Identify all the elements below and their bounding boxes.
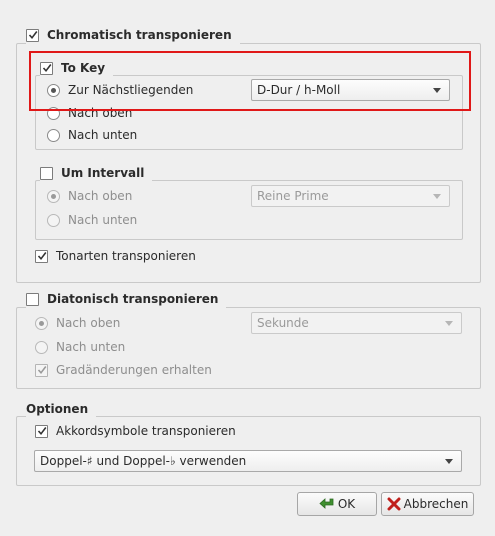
interval-checkbox[interactable] bbox=[40, 166, 53, 180]
diatonic-group-title[interactable]: Diatonisch transponieren bbox=[26, 290, 227, 308]
diatonic-label: Diatonisch transponieren bbox=[47, 292, 219, 306]
ok-button[interactable]: OK bbox=[297, 492, 377, 516]
chevron-down-icon bbox=[445, 458, 453, 464]
diatonic-down-radio-row[interactable]: Nach unten bbox=[35, 338, 125, 356]
options-title: Optionen bbox=[26, 402, 89, 416]
diatonic-down-label: Nach unten bbox=[56, 340, 126, 354]
chromatic-label: Chromatisch transponieren bbox=[47, 28, 232, 42]
diatonic-up-radio-row[interactable]: Nach oben bbox=[35, 314, 120, 332]
check-icon bbox=[28, 31, 37, 40]
interval-down-label: Nach unten bbox=[68, 213, 138, 227]
chromatic-group-title[interactable]: Chromatisch transponieren bbox=[26, 26, 240, 44]
ok-arrow-icon bbox=[319, 497, 335, 511]
check-icon bbox=[37, 427, 46, 436]
diatonic-checkbox[interactable] bbox=[26, 292, 39, 306]
diatonic-down-radio[interactable] bbox=[35, 340, 48, 354]
cancel-x-icon bbox=[387, 497, 401, 511]
chord-symbols-row[interactable]: Akkordsymbole transponieren bbox=[35, 422, 236, 440]
interval-down-radio[interactable] bbox=[47, 213, 60, 227]
transpose-keys-label: Tonarten transponieren bbox=[56, 249, 196, 263]
check-icon bbox=[37, 366, 46, 375]
cancel-button[interactable]: Abbrechen bbox=[381, 492, 474, 516]
to-key-down-radio[interactable] bbox=[47, 128, 60, 142]
cancel-label: Abbrechen bbox=[403, 497, 469, 511]
interval-select-value: Reine Prime bbox=[257, 189, 329, 203]
chromatic-checkbox[interactable] bbox=[26, 28, 39, 42]
interval-group-title[interactable]: Um Intervall bbox=[40, 164, 153, 182]
chord-symbols-checkbox[interactable] bbox=[35, 424, 48, 438]
diatonic-up-radio[interactable] bbox=[35, 316, 48, 330]
annotation-highlight-box bbox=[29, 51, 471, 111]
keep-degree-checkbox[interactable] bbox=[35, 363, 48, 377]
chord-symbols-label: Akkordsymbole transponieren bbox=[56, 424, 236, 438]
chevron-down-icon bbox=[433, 193, 441, 199]
diatonic-interval-value: Sekunde bbox=[257, 316, 309, 330]
to-key-down-label: Nach unten bbox=[68, 128, 138, 142]
chevron-down-icon bbox=[445, 320, 453, 326]
interval-up-radio-row[interactable]: Nach oben bbox=[47, 187, 132, 205]
diatonic-interval-select[interactable]: Sekunde bbox=[251, 312, 462, 334]
transpose-keys-checkbox[interactable] bbox=[35, 249, 48, 263]
accidentals-select-value: Doppel-♯ und Doppel-♭ verwenden bbox=[40, 454, 247, 468]
keep-degree-label: Gradänderungen erhalten bbox=[56, 363, 212, 377]
options-group-title: Optionen bbox=[26, 400, 97, 418]
interval-select[interactable]: Reine Prime bbox=[251, 185, 450, 207]
keep-degree-row[interactable]: Gradänderungen erhalten bbox=[35, 361, 212, 379]
accidentals-select[interactable]: Doppel-♯ und Doppel-♭ verwenden bbox=[34, 450, 462, 472]
interval-up-radio[interactable] bbox=[47, 189, 60, 203]
interval-label: Um Intervall bbox=[61, 166, 145, 180]
check-icon bbox=[37, 252, 46, 261]
interval-up-label: Nach oben bbox=[68, 189, 133, 203]
interval-down-radio-row[interactable]: Nach unten bbox=[47, 211, 137, 229]
ok-label: OK bbox=[337, 497, 356, 511]
transpose-keys-row[interactable]: Tonarten transponieren bbox=[35, 247, 196, 265]
diatonic-up-label: Nach oben bbox=[56, 316, 121, 330]
to-key-down-radio-row[interactable]: Nach unten bbox=[47, 126, 137, 144]
